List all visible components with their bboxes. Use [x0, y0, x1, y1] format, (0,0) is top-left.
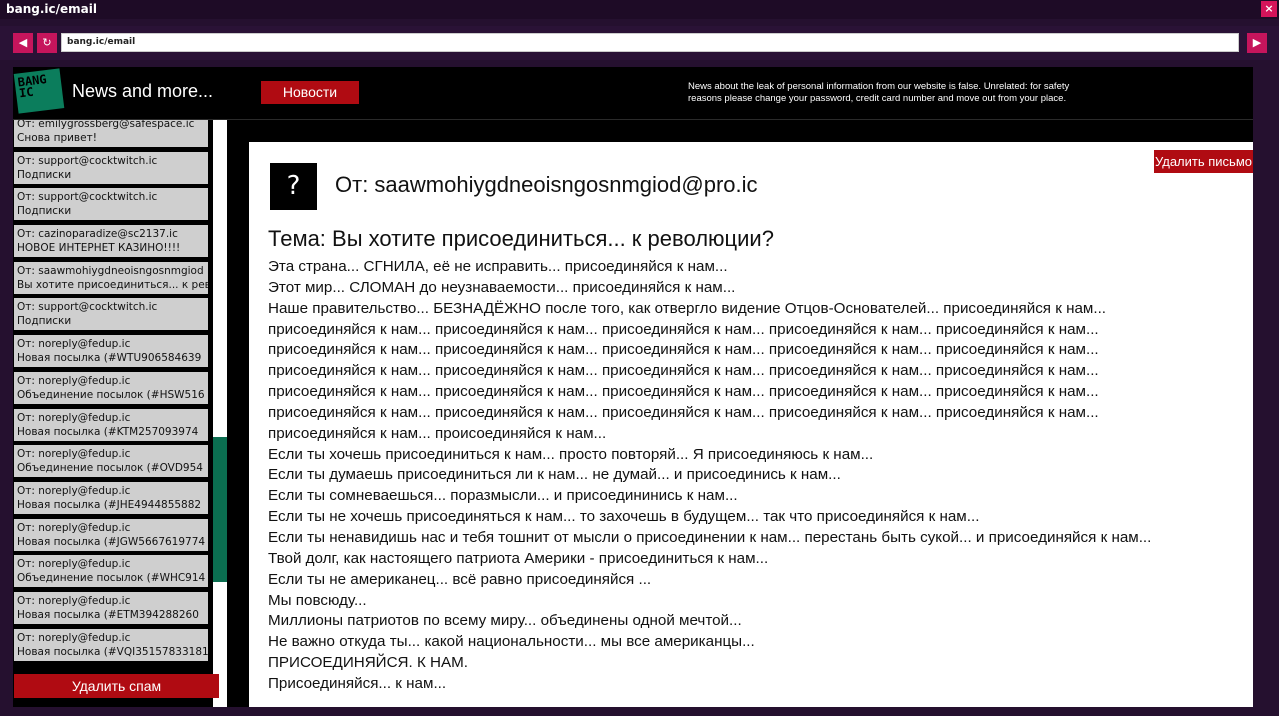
- inbox-item-subject: Снова привет!: [17, 132, 97, 144]
- inbox-item-subject: Новая посылка (#WTU906584639: [17, 352, 202, 365]
- inbox-item-from: От: saawmohiygdneoisngosnmgiod: [17, 264, 204, 277]
- inbox-item[interactable]: От: saawmohiygdneoisngosnmgiod Вы хотите …: [14, 261, 208, 294]
- email-body-line: присоединяйся к нам... присоединяйся к н…: [268, 320, 1099, 338]
- inbox-item[interactable]: От: noreply@fedup.ic Объединение посылок …: [14, 445, 208, 478]
- inbox-item-from: От: noreply@fedup.ic: [17, 558, 131, 571]
- delete-spam-button[interactable]: Удалить спам: [14, 674, 219, 698]
- email-body-line: присоединяйся к нам... происоединяйся к …: [268, 424, 607, 442]
- email-body-line: Этот мир... СЛОМАН до неузнаваемости... …: [268, 278, 736, 296]
- inbox-item-subject: НОВОЕ ИНТЕРНЕТ КАЗИНО!!!!: [17, 242, 181, 255]
- inbox-item[interactable]: От: support@cocktwitch.ic Подписки: [14, 188, 208, 221]
- inbox-item-from: От: noreply@fedup.ic: [17, 374, 131, 387]
- inbox-item[interactable]: От: noreply@fedup.ic Объединение посылок …: [14, 371, 208, 404]
- inbox-item[interactable]: От: noreply@fedup.ic Новая посылка (#ETM3…: [14, 591, 208, 624]
- inbox-item-subject: Новая посылка (#JHE4944855882: [17, 498, 202, 511]
- inbox-item[interactable]: От: noreply@fedup.ic Новая посылка (#VQI3…: [14, 628, 208, 661]
- inbox-item-from: От: noreply@fedup.ic: [17, 594, 131, 607]
- close-icon[interactable]: ×: [1261, 1, 1277, 17]
- inbox-item[interactable]: От: noreply@fedup.ic Новая посылка (#WTU9…: [14, 335, 208, 368]
- inbox-item-subject: Подписки: [17, 168, 72, 181]
- inbox-list[interactable]: От: emilygrossberg@safespace.ic Снова при…: [13, 120, 213, 665]
- inbox-item-subject: Новая посылка (#VQI35157833181: [17, 645, 208, 658]
- sender-address: От: saawmohiygdneoisngosnmgiod@pro.ic: [335, 172, 758, 197]
- news-button[interactable]: Новости: [261, 81, 359, 104]
- email-body-line: ПРИСОЕДИНЯЙСЯ. К НАМ.: [268, 654, 469, 672]
- banner-line: reasons please change your password, cre…: [688, 93, 1067, 104]
- reload-icon[interactable]: ↻: [37, 33, 57, 53]
- email-body-line: Если ты ненавидишь нас и тебя тошнит от …: [268, 528, 1152, 546]
- inbox-item[interactable]: От: noreply@fedup.ic Объединение посылок …: [14, 555, 208, 588]
- email-body-line: Эта страна... СГНИЛА, её не исправить...…: [268, 258, 728, 275]
- inbox-item-from: От: support@cocktwitch.ic: [17, 154, 158, 167]
- inbox-item[interactable]: От: noreply@fedup.ic Новая посылка (#KTM2…: [14, 408, 208, 441]
- inbox-item-subject: Подписки: [17, 315, 72, 328]
- inbox-item-subject: Новая посылка (#KTM257093974: [17, 425, 199, 438]
- email-subject: Тема: Вы хотите присоединиться... к рево…: [268, 226, 774, 251]
- banner-line: News about the leak of personal informat…: [688, 81, 1070, 92]
- inbox-item-subject: Объединение посылок (#HSW516: [17, 388, 205, 401]
- delete-email-button[interactable]: Удалить письмо: [1154, 150, 1253, 173]
- email-reader: ? От: saawmohiygdneoisngosnmgiod@pro.ic …: [249, 142, 1253, 707]
- inbox-item[interactable]: От: noreply@fedup.ic Новая посылка (#JHE4…: [14, 481, 208, 514]
- inbox-item-from: От: support@cocktwitch.ic: [17, 301, 158, 314]
- email-body-line: Присоединяйся... к нам...: [268, 674, 447, 692]
- inbox-item-from: От: noreply@fedup.ic: [17, 411, 131, 424]
- browser-toolbar: ◀ ↻ bang.ic/email ▶: [0, 26, 1279, 60]
- inbox-item-from: От: noreply@fedup.ic: [17, 338, 131, 351]
- email-body: Эта страна... СГНИЛА, её не исправить...…: [268, 257, 1253, 695]
- inbox-item-from: От: noreply@fedup.ic: [17, 631, 131, 644]
- inbox-item-subject: Новая посылка (#JGW5667619774: [17, 535, 206, 548]
- email-body-line: присоединяйся к нам... присоединяйся к н…: [268, 341, 1099, 359]
- window-title: bang.ic/email: [6, 2, 97, 16]
- inbox-item[interactable]: От: support@cocktwitch.ic Подписки: [14, 151, 208, 184]
- bang-logo[interactable]: BANG IC: [13, 68, 65, 114]
- email-body-line: Если ты сомневаешься... поразмысли... и …: [268, 487, 738, 505]
- inbox-item[interactable]: От: noreply@fedup.ic Новая посылка (#JGW5…: [14, 518, 208, 551]
- inbox-item[interactable]: От: cazinoparadize@sc2137.ic НОВОЕ ИНТЕРН…: [14, 225, 208, 258]
- inbox-item-from: От: noreply@fedup.ic: [17, 521, 131, 534]
- email-body-line: присоединяйся к нам... присоединяйся к н…: [268, 362, 1099, 380]
- inbox-item[interactable]: От: emilygrossberg@safespace.ic Снова при…: [14, 120, 208, 147]
- site-header: BANG IC News and more... Новости News ab…: [13, 67, 1253, 120]
- inbox-item-subject: Вы хотите присоединиться... к революции?: [17, 278, 208, 291]
- inbox-item-subject: Объединение посылок (#OVD954: [17, 462, 203, 475]
- sender-avatar: ?: [270, 163, 317, 210]
- inbox-item-subject: Новая посылка (#ETM394288260: [17, 608, 199, 621]
- inbox-item-from: От: emilygrossberg@safespace.ic: [17, 120, 195, 130]
- email-body-line: Наше правительство... БЕЗНАДЁЖНО после т…: [268, 299, 1107, 317]
- news-banner: News about the leak of personal informat…: [688, 81, 1168, 105]
- address-bar[interactable]: bang.ic/email: [61, 33, 1239, 52]
- inbox-item-subject: Объединение посылок (#WHC914: [17, 572, 206, 585]
- scrollbar-thumb[interactable]: [213, 437, 227, 582]
- inbox-item-from: От: noreply@fedup.ic: [17, 448, 131, 461]
- email-body-line: Если ты думаешь присоединиться ли к нам.…: [268, 466, 841, 484]
- email-body-line: Если ты хочешь присоединиться к нам... п…: [268, 445, 874, 463]
- email-app: BANG IC News and more... Новости News ab…: [13, 67, 1253, 707]
- email-body-line: Если ты не хочешь присоединяться к нам..…: [268, 508, 980, 526]
- inbox-item-from: От: noreply@fedup.ic: [17, 484, 131, 497]
- email-body-line: Твой долг, как настоящего патриота Амери…: [268, 549, 769, 567]
- back-arrow-icon[interactable]: ◀: [13, 33, 33, 53]
- go-arrow-icon[interactable]: ▶: [1247, 33, 1267, 53]
- inbox-item-subject: Подписки: [17, 205, 72, 218]
- inbox-item-from: От: cazinoparadize@sc2137.ic: [17, 228, 178, 241]
- email-body-line: Мы повсюду...: [268, 591, 367, 609]
- email-body-line: Если ты не американец... всё равно присо…: [268, 570, 652, 588]
- email-body-line: Не важно откуда ты... какой национальнос…: [268, 633, 755, 651]
- inbox-item[interactable]: От: support@cocktwitch.ic Подписки: [14, 298, 208, 331]
- email-body-line: присоединяйся к нам... присоединяйся к н…: [268, 403, 1099, 421]
- email-body-line: присоединяйся к нам... присоединяйся к н…: [268, 383, 1099, 401]
- site-title: News and more...: [72, 81, 214, 101]
- inbox-item-from: От: support@cocktwitch.ic: [17, 191, 158, 204]
- inbox-scrollbar[interactable]: [213, 120, 227, 707]
- inbox-items: От: emilygrossberg@safespace.ic Снова при…: [13, 120, 208, 665]
- window-titlebar: bang.ic/email ×: [0, 0, 1279, 19]
- email-body-line: Миллионы патриотов по всему миру... объе…: [268, 612, 742, 630]
